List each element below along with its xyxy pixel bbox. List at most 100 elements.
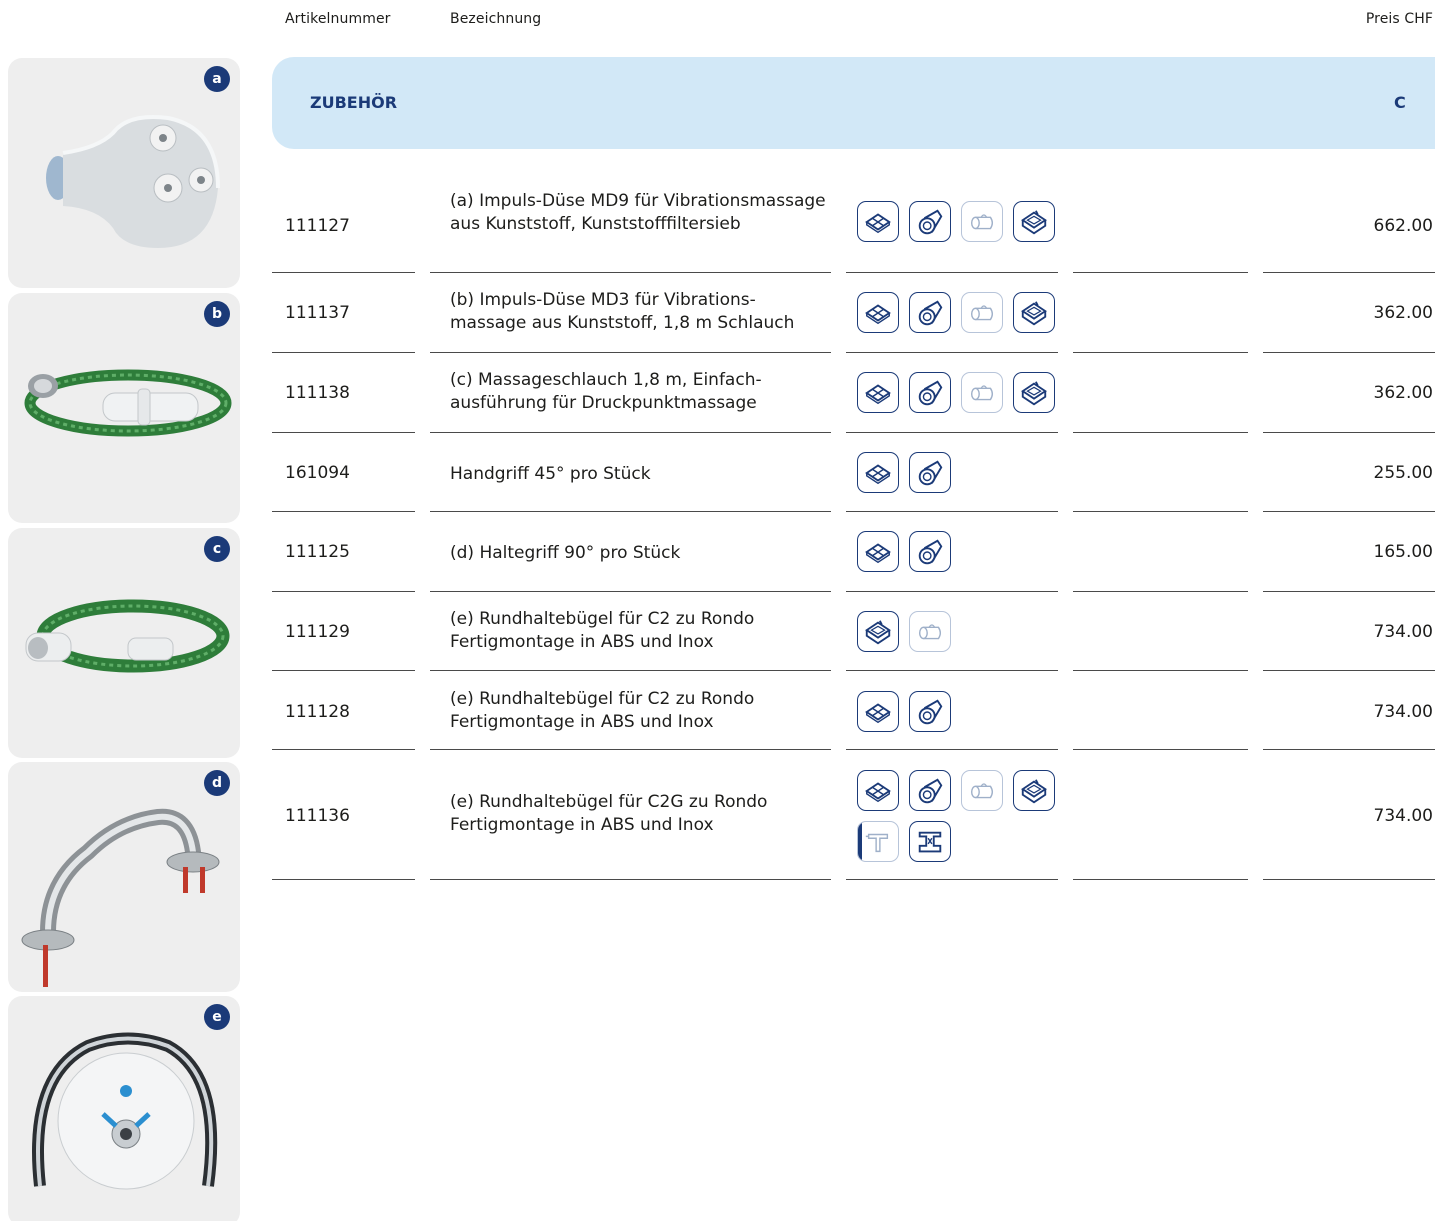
wood-icon (961, 770, 1003, 811)
section-code: C (1394, 93, 1406, 112)
item-price: 255.00 (1373, 463, 1433, 483)
divider-line (430, 432, 831, 433)
thumbnail-b: b (8, 293, 240, 523)
wood-icon (961, 201, 1003, 242)
material-icons (857, 770, 1067, 862)
steel-tub-icon (1013, 201, 1055, 242)
divider-line (430, 272, 831, 273)
grab-handle-image (21, 808, 220, 987)
thumbnail-d: d (8, 762, 240, 992)
divider-line (1263, 511, 1435, 512)
item-price: 362.00 (1373, 383, 1433, 403)
material-icons (857, 372, 1067, 413)
divider-line (846, 879, 1058, 880)
divider-line (1263, 749, 1435, 750)
article-number: 111127 (285, 216, 350, 236)
thumbnail-letter: d (204, 770, 230, 796)
item-description: (c) Massageschlauch 1,8 m, Einfach-ausfü… (450, 370, 762, 413)
material-icons (857, 292, 1067, 333)
thumbnail-a: a (8, 58, 240, 288)
thumbnail-letter: e (204, 1004, 230, 1030)
article-number: 111129 (285, 622, 350, 642)
divider-line (430, 591, 831, 592)
divider-line (1073, 272, 1248, 273)
material-icons (857, 531, 1067, 572)
divider-line (846, 511, 1058, 512)
steel-tub-icon (1013, 372, 1055, 413)
steel-tub-icon (857, 611, 899, 652)
massage-hose-image (25, 599, 230, 673)
tile-icon (857, 531, 899, 572)
tile-icon (857, 201, 899, 242)
divider-line (1073, 511, 1248, 512)
column-header-description: Bezeichnung (450, 11, 542, 27)
article-number: 161094 (285, 463, 350, 483)
thumbnail-letter: c (204, 536, 230, 562)
item-price: 165.00 (1373, 542, 1433, 562)
thumbnail-c: c (8, 528, 240, 758)
massage-hose-nozzle-image (24, 369, 232, 437)
wood-icon (961, 292, 1003, 333)
concrete-icon (909, 821, 951, 862)
material-icons (857, 611, 1067, 652)
item-description: (e) Rundhaltebügel für C2 zu Rondo Ferti… (450, 689, 755, 732)
item-description: (a) Impuls-Düse MD9 für Vibrationsmassag… (450, 191, 826, 234)
item-price: 734.00 (1373, 702, 1433, 722)
divider-line (1073, 432, 1248, 433)
divider-line (1263, 272, 1435, 273)
drill-icon (857, 821, 899, 862)
divider-line (1263, 879, 1435, 880)
divider-line (1263, 670, 1435, 671)
wood-icon (909, 611, 951, 652)
article-number: 111125 (285, 542, 350, 562)
divider-line (846, 670, 1058, 671)
divider-line (430, 511, 831, 512)
divider-line (1073, 749, 1248, 750)
item-description: (e) Rundhaltebügel für C2G zu Rondo Fert… (450, 792, 768, 835)
article-number: 111138 (285, 383, 350, 403)
item-price: 734.00 (1373, 806, 1433, 826)
wood-icon (961, 372, 1003, 413)
tile-icon (857, 691, 899, 732)
divider-line (272, 591, 415, 592)
liner-icon (909, 531, 951, 572)
tile-icon (857, 770, 899, 811)
material-icons (857, 452, 1067, 493)
item-price: 662.00 (1373, 216, 1433, 236)
thumbnail-letter: b (204, 301, 230, 327)
divider-line (272, 432, 415, 433)
divider-line (430, 352, 831, 353)
divider-line (430, 879, 831, 880)
divider-line (272, 511, 415, 512)
divider-line (430, 670, 831, 671)
section-title: ZUBEHÖR (310, 93, 398, 112)
divider-line (846, 432, 1058, 433)
item-description: Handgriff 45° pro Stück (450, 464, 651, 484)
liner-icon (909, 691, 951, 732)
divider-line (846, 749, 1058, 750)
divider-line (272, 352, 415, 353)
liner-icon (909, 452, 951, 493)
article-number: 111128 (285, 702, 350, 722)
liner-icon (909, 292, 951, 333)
tile-icon (857, 452, 899, 493)
divider-line (1073, 591, 1248, 592)
steel-tub-icon (1013, 770, 1055, 811)
article-number: 111136 (285, 806, 350, 826)
divider-line (1263, 591, 1435, 592)
column-header-article-number: Artikelnummer (285, 11, 391, 27)
divider-line (846, 352, 1058, 353)
thumbnail-e: e (8, 996, 240, 1221)
divider-line (846, 272, 1058, 273)
material-icons (857, 201, 1067, 242)
divider-line (272, 749, 415, 750)
article-number: 111137 (285, 303, 350, 323)
divider-line (1263, 352, 1435, 353)
impulse-nozzle-image (46, 115, 220, 248)
section-header: ZUBEHÖR C (272, 57, 1435, 149)
tile-icon (857, 292, 899, 333)
item-price: 362.00 (1373, 303, 1433, 323)
liner-icon (909, 770, 951, 811)
item-description: (e) Rundhaltebügel für C2 zu Rondo Ferti… (450, 609, 755, 652)
divider-line (1073, 352, 1248, 353)
